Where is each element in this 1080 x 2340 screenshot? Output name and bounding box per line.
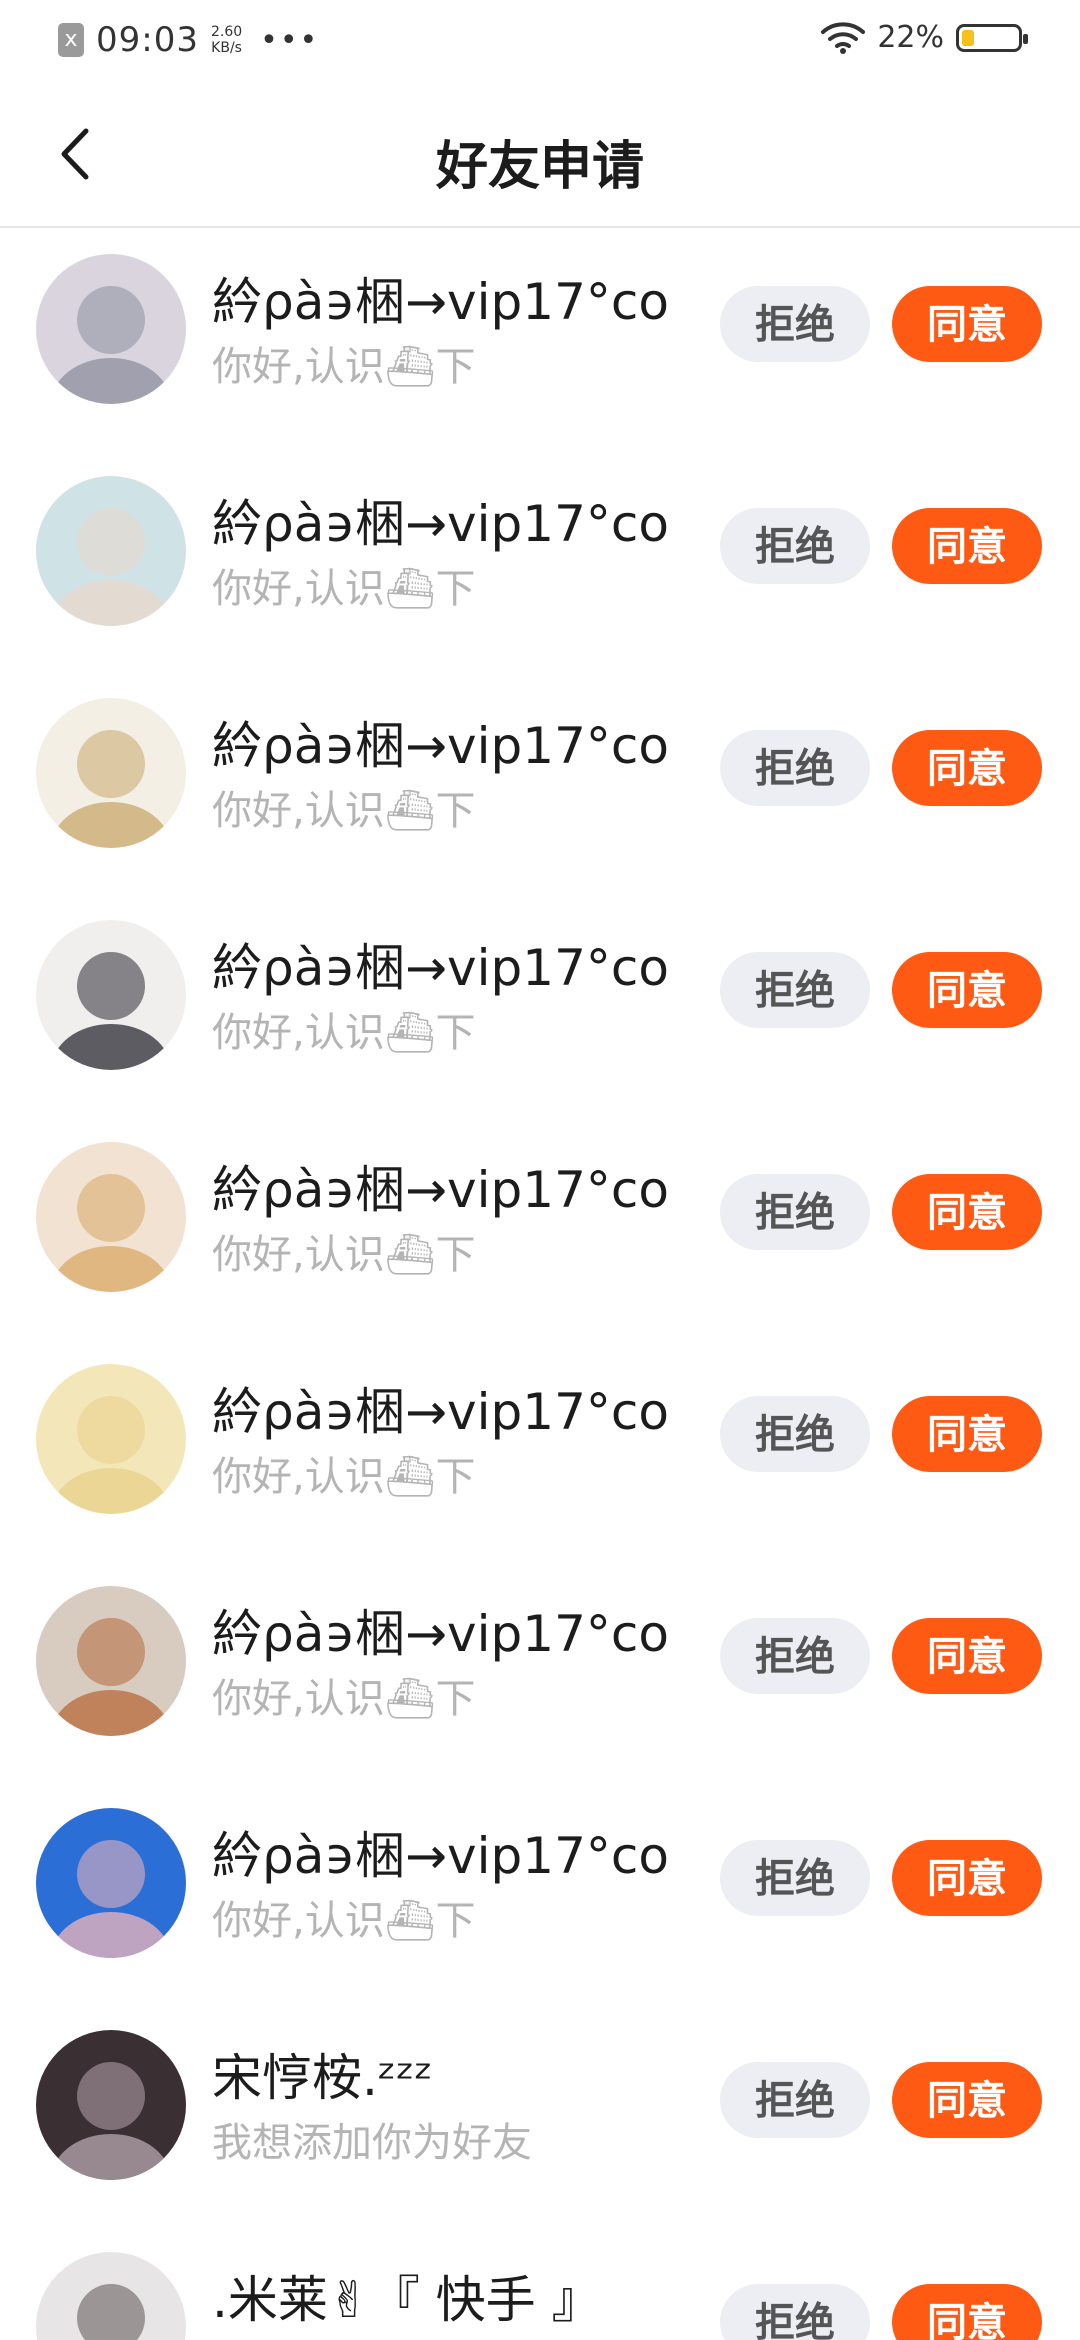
reject-button[interactable]: 拒绝 [720,1174,870,1250]
battery-level-fill [962,29,974,46]
request-message: 你好,认识⛴下 [212,788,476,834]
accept-button[interactable]: 同意 [892,2062,1042,2138]
friend-request-row: .米莱✌『 快手 』 求送，会用10个小号 拒绝 同意 [0,2216,1080,2340]
requester-name: 宋悙桉.ᶻᶻᶻ [212,2049,433,2107]
reject-button[interactable]: 拒绝 [720,1396,870,1472]
accept-button[interactable]: 同意 [892,952,1042,1028]
reject-button[interactable]: 拒绝 [720,1840,870,1916]
reject-button[interactable]: 拒绝 [720,1618,870,1694]
requester-name: 紟ρà϶梱→vip17°co [212,939,669,997]
request-message: 你好,认识⛴下 [212,1676,476,1722]
requester-name: 紟ρà϶梱→vip17°co [212,717,669,775]
accept-button[interactable]: 同意 [892,1840,1042,1916]
requester-name: 紟ρà϶梱→vip17°co [212,1161,669,1219]
reject-button[interactable]: 拒绝 [720,2284,870,2340]
reject-button[interactable]: 拒绝 [720,730,870,806]
network-speed-value: 2.60 [210,24,243,40]
request-message: 你好,认识⛴下 [212,566,476,612]
request-message: 你好,认识⛴下 [212,1898,476,1944]
battery-icon [956,23,1028,52]
more-notifications-icon: ••• [260,22,320,58]
avatar[interactable] [36,254,186,404]
status-bar: x 09:03 2.60 KB/s ••• 22% [0,0,1080,84]
wifi-icon [821,21,866,54]
accept-button[interactable]: 同意 [892,1396,1042,1472]
accept-button[interactable]: 同意 [892,730,1042,806]
avatar[interactable] [36,1808,186,1958]
reject-button[interactable]: 拒绝 [720,2062,870,2138]
friend-request-row: 紟ρà϶梱→vip17°co 你好,认识⛴下 拒绝 同意 [0,884,1080,1106]
avatar[interactable] [36,920,186,1070]
friend-request-row: 宋悙桉.ᶻᶻᶻ 我想添加你为好友 拒绝 同意 [0,1994,1080,2216]
status-left: x 09:03 2.60 KB/s ••• [58,20,319,60]
request-message: 你好,认识⛴下 [212,344,476,390]
friend-request-row: 紟ρà϶梱→vip17°co 你好,认识⛴下 拒绝 同意 [0,224,1080,440]
friend-request-row: 紟ρà϶梱→vip17°co 你好,认识⛴下 拒绝 同意 [0,1772,1080,1994]
requester-name: 紟ρà϶梱→vip17°co [212,1383,669,1441]
friend-request-row: 紟ρà϶梱→vip17°co 你好,认识⛴下 拒绝 同意 [0,662,1080,884]
clock: 09:03 [96,20,199,60]
network-speed: 2.60 KB/s [211,24,242,56]
accept-button[interactable]: 同意 [892,1618,1042,1694]
request-message: 你好,认识⛴下 [212,1010,476,1056]
accept-button[interactable]: 同意 [892,2284,1042,2340]
page-title: 好友申请 [435,137,644,197]
avatar[interactable] [36,1364,186,1514]
reject-button[interactable]: 拒绝 [720,286,870,362]
accept-button[interactable]: 同意 [892,1174,1042,1250]
friend-request-list-inner: 紟ρà϶梱→vip17°co 你好,认识⛴下 拒绝 同意 紟ρà϶梱→vip17… [0,224,1080,2340]
network-speed-unit: KB/s [211,40,242,56]
request-message: 我想添加你为好友 [212,2120,532,2166]
accept-button[interactable]: 同意 [892,286,1042,362]
notification-icon: x [58,23,84,57]
avatar[interactable] [36,476,186,626]
request-message: 你好,认识⛴下 [212,1454,476,1500]
friend-request-list[interactable]: 紟ρà϶梱→vip17°co 你好,认识⛴下 拒绝 同意 紟ρà϶梱→vip17… [0,224,1080,2340]
requester-name: 紟ρà϶梱→vip17°co [212,1827,669,1885]
avatar[interactable] [36,2252,186,2340]
request-message: 你好,认识⛴下 [212,1232,476,1278]
reject-button[interactable]: 拒绝 [720,952,870,1028]
friend-request-row: 紟ρà϶梱→vip17°co 你好,认识⛴下 拒绝 同意 [0,1106,1080,1328]
avatar[interactable] [36,698,186,848]
avatar[interactable] [36,1142,186,1292]
requester-name: 紟ρà϶梱→vip17°co [212,273,669,331]
requester-name: 紟ρà϶梱→vip17°co [212,495,669,553]
friend-request-row: 紟ρà϶梱→vip17°co 你好,认识⛴下 拒绝 同意 [0,1328,1080,1550]
header-bar: 好友申请 [0,84,1080,228]
accept-button[interactable]: 同意 [892,508,1042,584]
request-message: 求送，会用10个小号 [212,2332,583,2340]
requester-name: .米莱✌『 快手 』 [212,2271,602,2329]
friend-request-row: 紟ρà϶梱→vip17°co 你好,认识⛴下 拒绝 同意 [0,1550,1080,1772]
friend-request-row: 紟ρà϶梱→vip17°co 你好,认识⛴下 拒绝 同意 [0,440,1080,662]
status-right: 22% [821,20,1028,55]
avatar[interactable] [36,1586,186,1736]
requester-name: 紟ρà϶梱→vip17°co [212,1605,669,1663]
battery-percent: 22% [877,20,944,55]
avatar[interactable] [36,2030,186,2180]
reject-button[interactable]: 拒绝 [720,508,870,584]
